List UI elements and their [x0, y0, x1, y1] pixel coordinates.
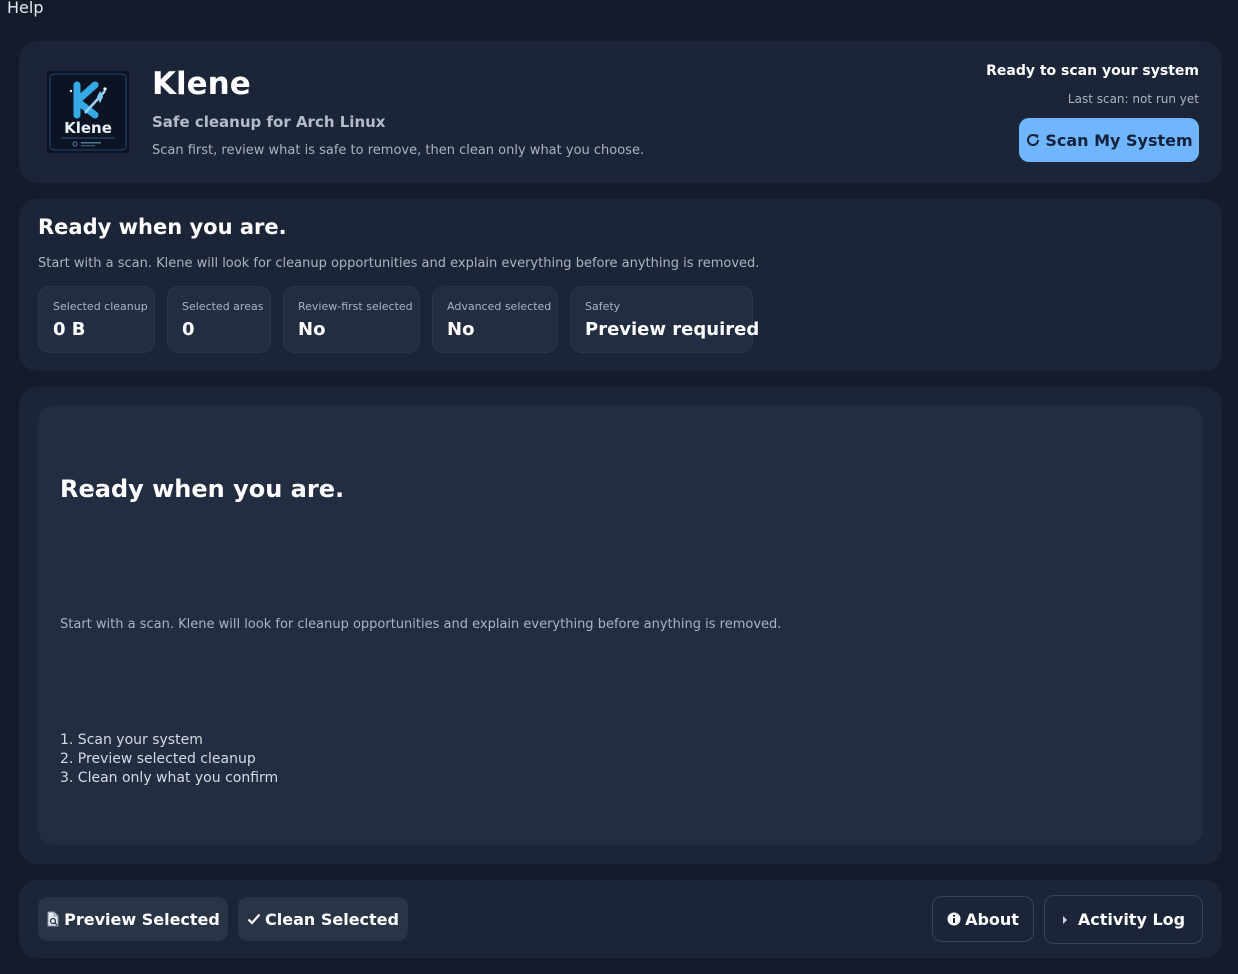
footer-card: Preview Selected Clean Selected About Ac… — [19, 880, 1222, 958]
stat-advanced: Advanced selected No — [432, 286, 558, 353]
caret-right-icon — [1062, 915, 1068, 925]
stat-label: Safety — [585, 300, 621, 313]
summary-card: Ready when you are. Start with a scan. K… — [19, 199, 1222, 371]
step-item: 1. Scan your system — [60, 732, 203, 748]
svg-text:Klene: Klene — [64, 119, 112, 137]
scan-button-label: Scan My System — [1045, 130, 1193, 150]
app-subtitle: Safe cleanup for Arch Linux — [152, 113, 386, 131]
main-card: Ready when you are. Start with a scan. K… — [19, 387, 1222, 864]
step-item: 2. Preview selected cleanup — [60, 751, 256, 767]
stat-value: 0 B — [53, 319, 86, 340]
stat-label: Selected cleanup — [53, 300, 148, 313]
clean-selected-button[interactable]: Clean Selected — [238, 897, 408, 941]
stat-value: 0 — [182, 319, 195, 340]
stat-value: No — [298, 319, 326, 340]
menu-help[interactable]: Help — [7, 0, 43, 17]
document-preview-icon — [46, 911, 60, 927]
stat-selected-cleanup: Selected cleanup 0 B — [38, 286, 155, 353]
scan-status: Ready to scan your system — [986, 63, 1199, 79]
klene-logo-icon: Klene — [47, 71, 129, 153]
steps-list: 1. Scan your system 2. Preview selected … — [60, 731, 278, 788]
summary-description: Start with a scan. Klene will look for c… — [38, 256, 760, 271]
stat-selected-areas: Selected areas 0 — [167, 286, 271, 353]
activity-log-label: Activity Log — [1077, 910, 1186, 929]
stat-value: No — [447, 319, 475, 340]
menu-bar: Help — [0, 0, 1238, 20]
panel-title: Ready when you are. — [60, 475, 345, 503]
app-description: Scan first, review what is safe to remov… — [152, 143, 645, 158]
preview-selected-button[interactable]: Preview Selected — [38, 897, 228, 941]
stat-value: Preview required — [585, 319, 760, 340]
about-button-label: About — [965, 909, 1019, 929]
panel-description: Start with a scan. Klene will look for c… — [60, 617, 782, 632]
step-item: 3. Clean only what you confirm — [60, 770, 279, 786]
app-title: Klene — [152, 66, 251, 102]
activity-log-toggle[interactable]: Activity Log — [1044, 895, 1203, 944]
last-scan-text: Last scan: not run yet — [1067, 92, 1199, 106]
welcome-panel: Ready when you are. Start with a scan. K… — [38, 406, 1203, 845]
info-icon — [947, 912, 961, 926]
stat-label: Review-first selected — [298, 300, 413, 313]
header-card: Klene Klene Safe cleanup for Arch Linux … — [19, 41, 1222, 183]
stat-label: Selected areas — [182, 300, 264, 313]
stat-review-first: Review-first selected No — [283, 286, 420, 353]
about-button[interactable]: About — [932, 896, 1034, 942]
scan-my-system-button[interactable]: Scan My System — [1019, 118, 1199, 162]
refresh-icon — [1025, 132, 1041, 148]
preview-button-label: Preview Selected — [64, 909, 220, 929]
stat-label: Advanced selected — [447, 300, 552, 313]
stat-safety: Safety Preview required — [570, 286, 759, 353]
app-logo: Klene — [47, 71, 129, 153]
check-icon — [247, 912, 261, 926]
summary-title: Ready when you are. — [38, 215, 287, 239]
clean-button-label: Clean Selected — [265, 909, 399, 929]
